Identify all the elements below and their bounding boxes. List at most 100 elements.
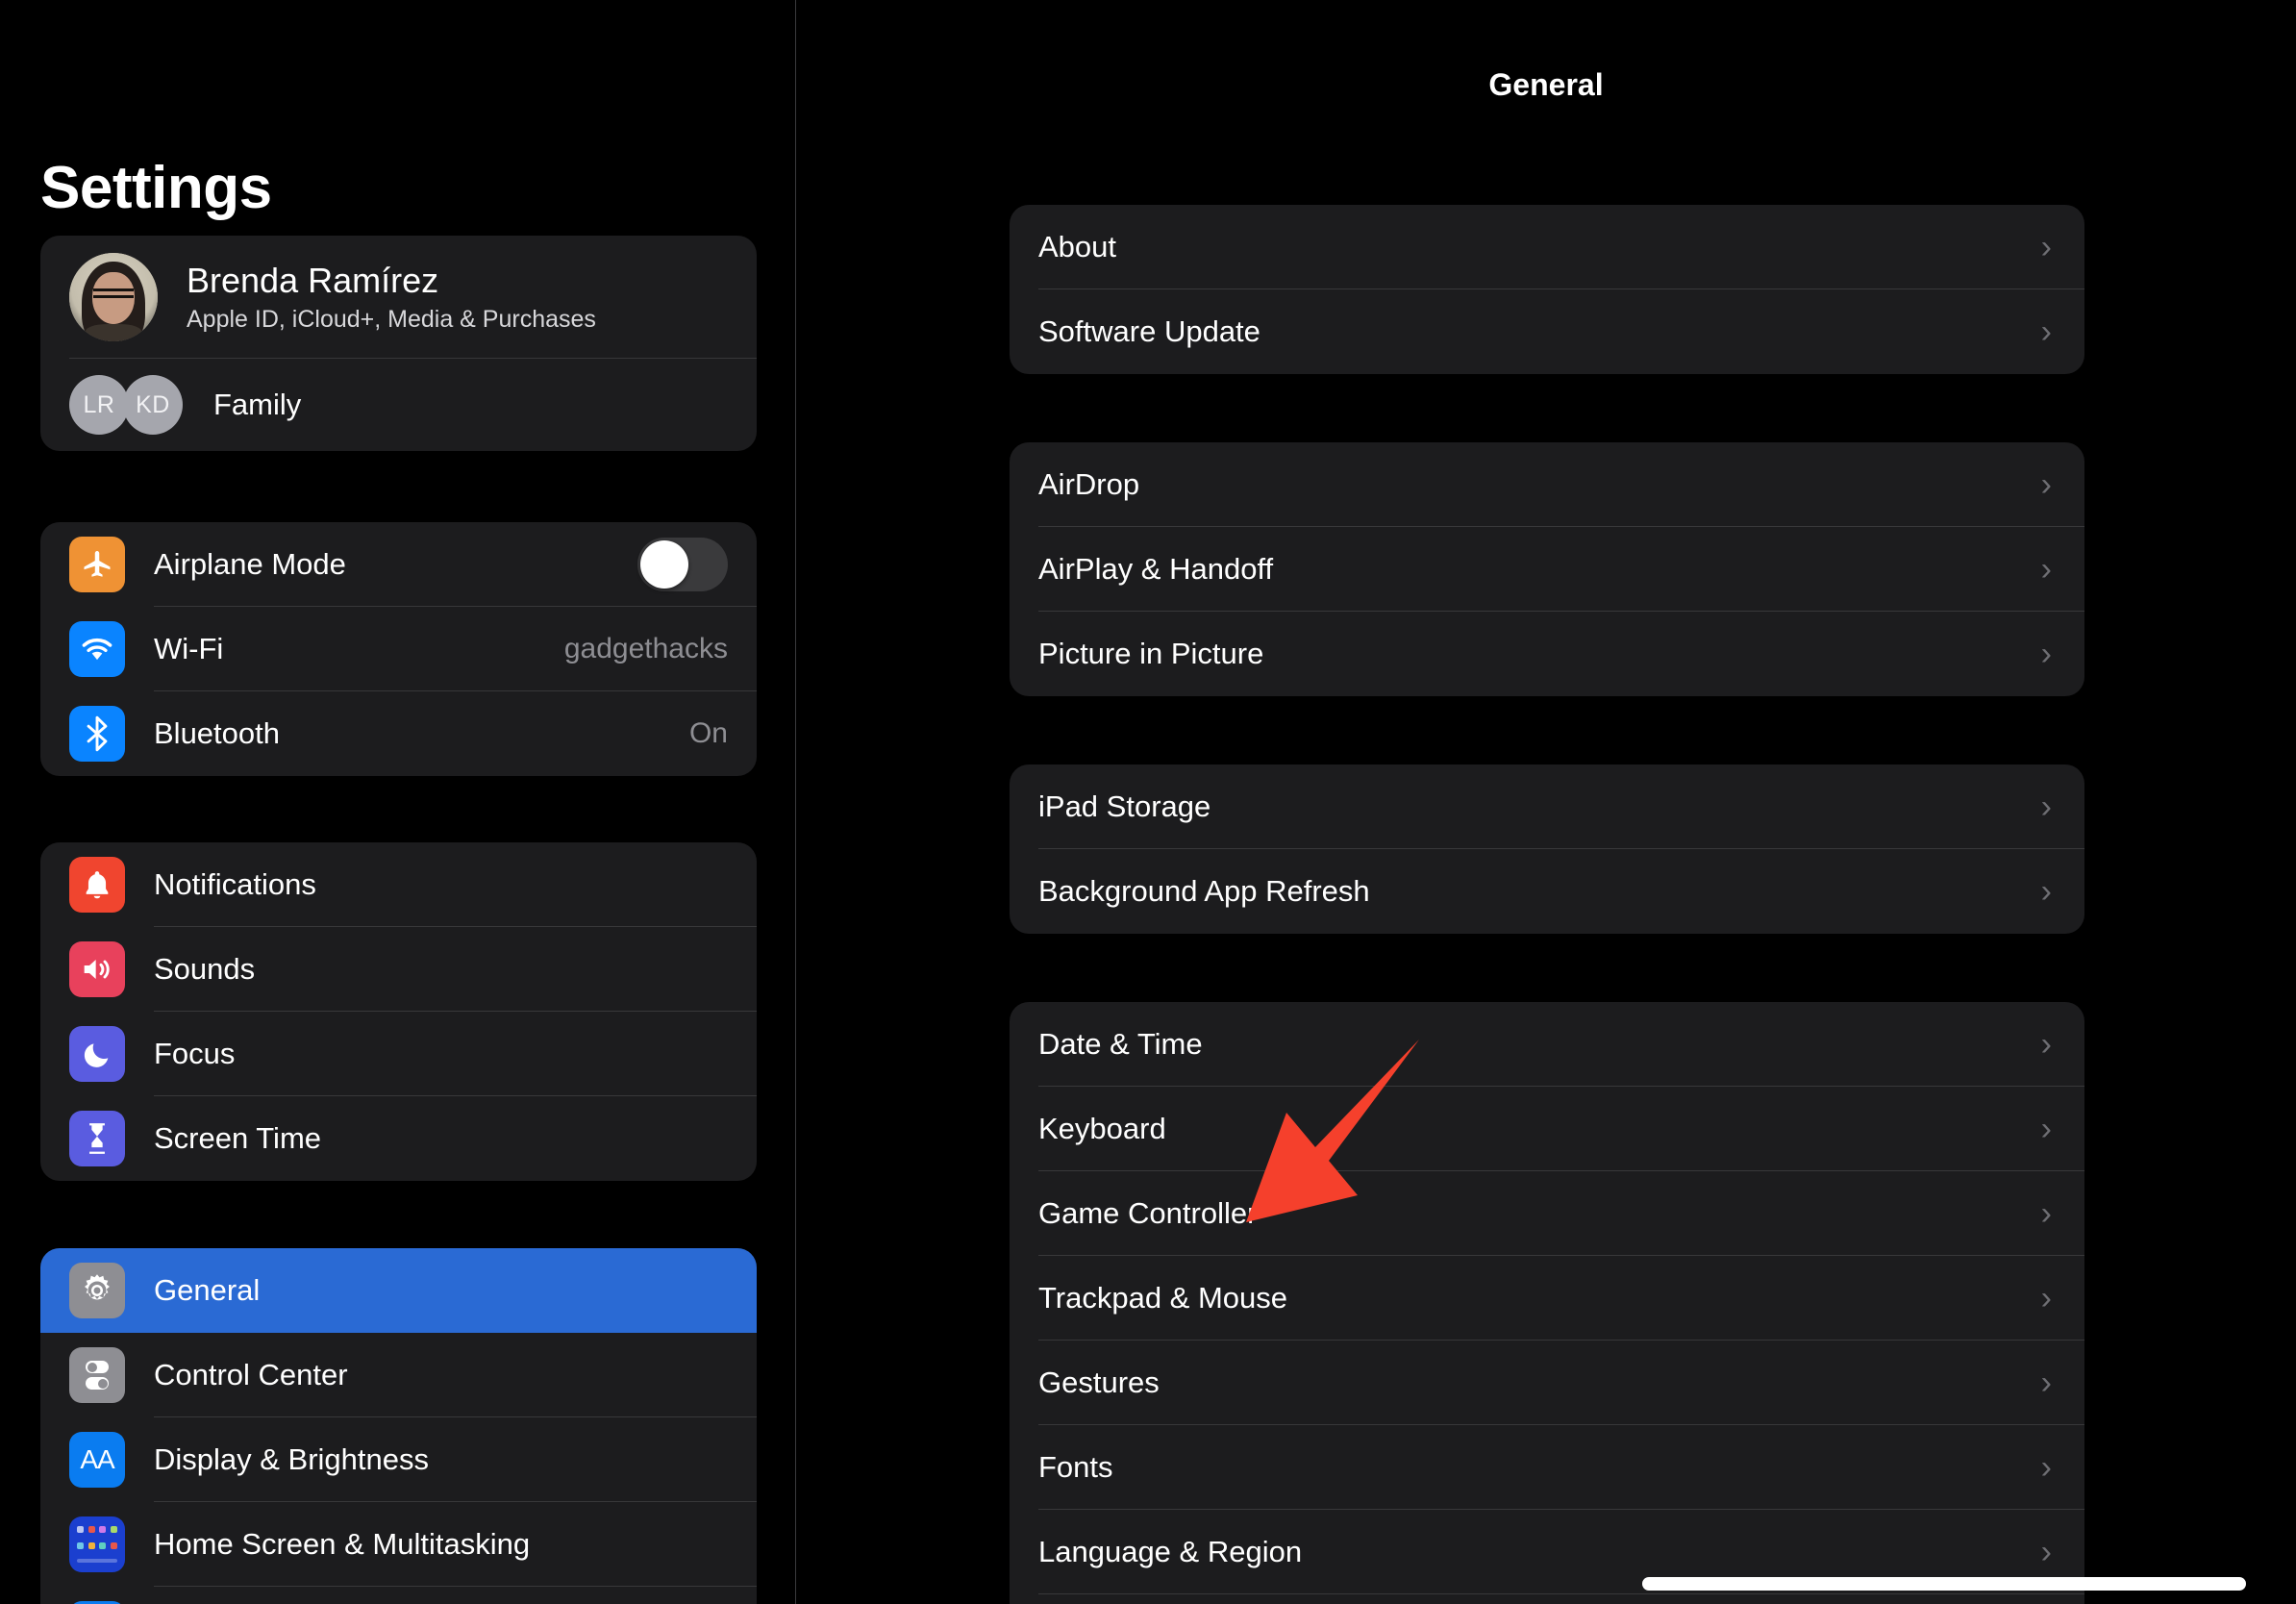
detail-item-software-update[interactable]: Software Update › (1010, 289, 2084, 374)
ipad-settings-screen: 09:41 Tue Jan 9 100% Settings Brenda Ram… (0, 0, 2296, 1604)
detail-item-airdrop[interactable]: AirDrop › (1010, 442, 2084, 527)
sidebar-item-general[interactable]: General (40, 1248, 757, 1333)
sidebar-item-label: Focus (154, 1037, 236, 1070)
detail-item-gestures[interactable]: Gestures › (1010, 1341, 2084, 1425)
settings-sidebar[interactable]: Settings Brenda Ramírez Apple ID, iCloud… (0, 0, 795, 1604)
sidebar-item-label: Bluetooth (154, 716, 280, 750)
sidebar-item-label: Airplane Mode (154, 547, 346, 581)
detail-item-label: Fonts (1038, 1450, 1113, 1484)
sidebar-item-bluetooth[interactable]: Bluetooth On (40, 691, 757, 776)
sidebar-item-wifi[interactable]: Wi-Fi gadgethacks (40, 607, 757, 691)
bluetooth-value: On (688, 717, 728, 749)
sidebar-item-partial[interactable] (40, 1587, 757, 1604)
detail-item-background-app-refresh[interactable]: Background App Refresh › (1010, 849, 2084, 934)
profile-card: Brenda Ramírez Apple ID, iCloud+, Media … (40, 236, 757, 451)
system-group: General Control Center AA Display & Brig… (40, 1248, 757, 1604)
user-avatar-photo (69, 253, 158, 341)
detail-item-label: Game Controller (1038, 1196, 1258, 1230)
chevron-right-icon: › (2040, 229, 2052, 265)
detail-item-label: Picture in Picture (1038, 637, 1264, 670)
sidebar-item-label: Wi-Fi (154, 632, 224, 665)
sidebar-item-label: Notifications (154, 867, 316, 901)
sidebar-item-focus[interactable]: Focus (40, 1012, 757, 1096)
sidebar-item-screen-time[interactable]: Screen Time (40, 1096, 757, 1181)
bell-icon (69, 857, 125, 913)
avatar: LR (69, 375, 129, 435)
detail-item-label: Background App Refresh (1038, 874, 1370, 908)
hourglass-icon (69, 1111, 125, 1166)
detail-item-label: iPad Storage (1038, 789, 1211, 823)
chevron-right-icon: › (2040, 1026, 2052, 1063)
detail-item-label: Software Update (1038, 314, 1260, 348)
sidebar-item-label: General (154, 1273, 261, 1307)
detail-item-label: AirPlay & Handoff (1038, 552, 1274, 586)
chevron-right-icon: › (2040, 313, 2052, 350)
detail-item-trackpad-mouse[interactable]: Trackpad & Mouse › (1010, 1256, 2084, 1341)
chevron-right-icon: › (2040, 1365, 2052, 1401)
detail-item-label: Keyboard (1038, 1112, 1166, 1145)
gear-icon (69, 1263, 125, 1318)
profile-subtitle: Apple ID, iCloud+, Media & Purchases (187, 305, 596, 333)
detail-item-fonts[interactable]: Fonts › (1010, 1425, 2084, 1510)
sidebar-item-label: Display & Brightness (154, 1442, 430, 1476)
about-group: About › Software Update › (1010, 205, 2084, 374)
display-brightness-icon-text: AA (80, 1444, 114, 1474)
display-brightness-icon: AA (69, 1432, 125, 1488)
detail-item-label: Language & Region (1038, 1535, 1303, 1568)
detail-item-label: AirDrop (1038, 467, 1140, 501)
detail-item-label: Date & Time (1038, 1027, 1203, 1061)
sidebar-item-home-screen-multitasking[interactable]: Home Screen & Multitasking (40, 1502, 757, 1587)
home-screen-icon (69, 1516, 125, 1572)
detail-title: General (1488, 67, 1604, 102)
profile-name: Brenda Ramírez (187, 261, 439, 301)
chevron-right-icon: › (2040, 1111, 2052, 1147)
sidebar-item-airplane-mode[interactable]: Airplane Mode (40, 522, 757, 607)
wifi-network-value: gadgethacks (563, 633, 728, 664)
detail-item-date-time[interactable]: Date & Time › (1010, 1002, 2084, 1087)
family-avatars: LR KD (69, 375, 185, 435)
airplane-mode-toggle[interactable] (637, 538, 728, 591)
family-row[interactable]: LR KD Family (40, 359, 757, 451)
avatar: KD (123, 375, 183, 435)
connectivity-group: Airplane Mode Wi-Fi gadgethacks Bluetoot… (40, 522, 757, 776)
chevron-right-icon: › (2040, 1449, 2052, 1486)
chevron-right-icon: › (2040, 1280, 2052, 1316)
home-indicator[interactable] (1642, 1577, 2246, 1591)
moon-icon (69, 1026, 125, 1082)
detail-item-ipad-storage[interactable]: iPad Storage › (1010, 764, 2084, 849)
page-title: Settings (40, 155, 272, 221)
sidebar-item-label: Sounds (154, 952, 256, 986)
general-detail-pane: General About › Software Update › AirDro… (796, 0, 2296, 1604)
detail-item-about[interactable]: About › (1010, 205, 2084, 289)
speaker-icon (69, 941, 125, 997)
control-center-icon (69, 1347, 125, 1403)
sidebar-item-label: Screen Time (154, 1121, 322, 1155)
chevron-right-icon: › (2040, 636, 2052, 672)
notifications-group: Notifications Sounds Focus Screen Time (40, 842, 757, 1181)
chevron-right-icon: › (2040, 551, 2052, 588)
sidebar-item-display-brightness[interactable]: AA Display & Brightness (40, 1417, 757, 1502)
detail-item-game-controller[interactable]: Game Controller › (1010, 1171, 2084, 1256)
sharing-group: AirDrop › AirPlay & Handoff › Picture in… (1010, 442, 2084, 696)
sidebar-item-label: Control Center (154, 1358, 348, 1391)
detail-item-label: Gestures (1038, 1366, 1160, 1399)
input-group: Date & Time › Keyboard › Game Controller… (1010, 1002, 2084, 1604)
sidebar-item-label: Home Screen & Multitasking (154, 1527, 531, 1561)
chevron-right-icon: › (2040, 1195, 2052, 1232)
wifi-icon (69, 621, 125, 677)
apple-id-row[interactable]: Brenda Ramírez Apple ID, iCloud+, Media … (40, 236, 757, 359)
detail-item-partial[interactable] (1010, 1594, 2084, 1604)
chevron-right-icon: › (2040, 789, 2052, 825)
chevron-right-icon: › (2040, 1534, 2052, 1570)
detail-item-keyboard[interactable]: Keyboard › (1010, 1087, 2084, 1171)
detail-item-airplay-handoff[interactable]: AirPlay & Handoff › (1010, 527, 2084, 612)
sidebar-item-control-center[interactable]: Control Center (40, 1333, 757, 1417)
detail-item-picture-in-picture[interactable]: Picture in Picture › (1010, 612, 2084, 696)
detail-item-label: Trackpad & Mouse (1038, 1281, 1288, 1315)
bluetooth-icon (69, 706, 125, 762)
sidebar-item-notifications[interactable]: Notifications (40, 842, 757, 927)
airplane-icon (69, 537, 125, 592)
detail-item-label: About (1038, 230, 1117, 263)
sidebar-item-sounds[interactable]: Sounds (40, 927, 757, 1012)
chevron-right-icon: › (2040, 466, 2052, 503)
